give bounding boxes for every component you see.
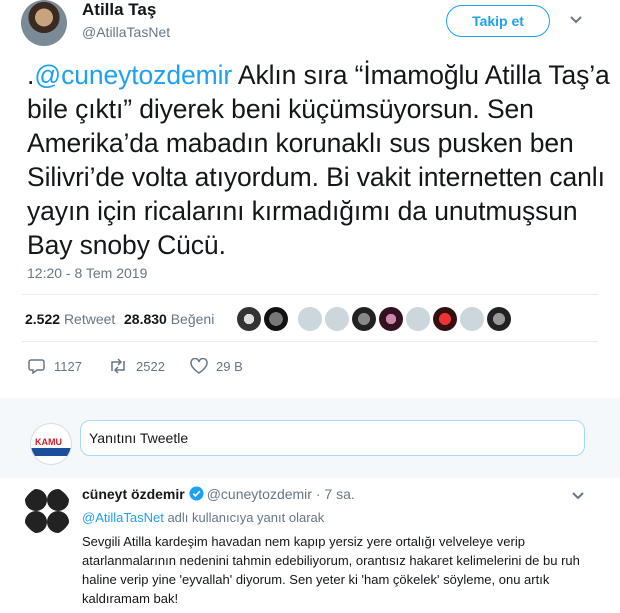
retweet-stat[interactable]: 2.522 Retweet xyxy=(25,311,115,327)
reply-count: 1127 xyxy=(54,358,82,374)
follow-button[interactable]: Takip et xyxy=(446,5,550,37)
liker-avatar[interactable] xyxy=(237,307,261,331)
liker-avatar[interactable] xyxy=(433,307,457,331)
author-avatar[interactable] xyxy=(21,0,67,46)
tweet-text-body: Aklın sıra “İmamoğlu Atilla Taş’a bile ç… xyxy=(27,60,610,260)
chevron-down-icon[interactable] xyxy=(569,12,583,28)
liker-avatar[interactable] xyxy=(298,307,322,331)
retweet-action-count: 2522 xyxy=(136,358,165,374)
liker-avatar[interactable] xyxy=(264,307,288,331)
reply-icon xyxy=(28,358,46,374)
retweet-stat-label: Retweet xyxy=(63,311,116,327)
retweet-count: 2.522 xyxy=(25,311,61,327)
replying-to-mention[interactable]: @AtillaTasNet xyxy=(82,510,164,525)
like-action-count: 29 B xyxy=(216,358,243,374)
liker-avatar[interactable] xyxy=(460,307,484,331)
like-count: 28.830 xyxy=(124,311,167,327)
liker-avatar[interactable] xyxy=(487,307,511,331)
chevron-down-icon[interactable] xyxy=(571,488,585,504)
current-user-avatar[interactable]: KAMU xyxy=(30,423,72,465)
retweet-icon xyxy=(108,358,128,374)
kamu-logo-band xyxy=(31,448,71,456)
liker-avatar[interactable] xyxy=(352,307,376,331)
tweet-mention-link[interactable]: @cuneytozdemir xyxy=(34,60,232,90)
divider xyxy=(22,341,598,342)
tweet-timestamp[interactable]: 12:20 - 8 Tem 2019 xyxy=(27,265,147,281)
like-action[interactable]: 29 B xyxy=(190,358,243,374)
reply-author-avatar[interactable] xyxy=(22,486,72,536)
heart-icon xyxy=(190,358,208,374)
divider xyxy=(22,294,598,295)
kamu-logo-text: KAMU xyxy=(35,437,62,447)
reply-author-name[interactable]: cüneyt özdemir xyxy=(82,486,185,502)
replying-to-suffix: adlı kullanıcıya yanıt olarak xyxy=(163,510,325,525)
tweet-text: .@cuneytozdemir Aklın sıra “İmamoğlu Ati… xyxy=(27,58,612,262)
author-handle[interactable]: @AtillaTasNet xyxy=(82,24,170,40)
retweet-action[interactable]: 2522 xyxy=(108,358,165,374)
like-stat[interactable]: 28.830 Beğeni xyxy=(124,311,214,327)
liker-avatar[interactable] xyxy=(406,307,430,331)
like-stat-label: Beğeni xyxy=(170,311,215,327)
verified-icon xyxy=(189,486,204,504)
reply-text: Sevgili Atilla kardeşim havadan nem kapı… xyxy=(82,534,580,606)
liker-avatar[interactable] xyxy=(325,307,349,331)
reply-time[interactable]: · 7 sa. xyxy=(316,486,355,502)
reply-input[interactable]: Yanıtını Tweetle xyxy=(80,420,585,456)
reply-header: cüneyt özdemir @cuneytozdemir · 7 sa. xyxy=(82,486,355,504)
replying-to: @AtillaTasNet adlı kullanıcıya yanıt ola… xyxy=(82,510,324,525)
liker-avatar[interactable] xyxy=(379,307,403,331)
author-name[interactable]: Atilla Taş xyxy=(82,0,156,20)
reply-author-handle[interactable]: @cuneytozdemir xyxy=(207,486,312,502)
reply-action[interactable]: 1127 xyxy=(28,358,82,374)
